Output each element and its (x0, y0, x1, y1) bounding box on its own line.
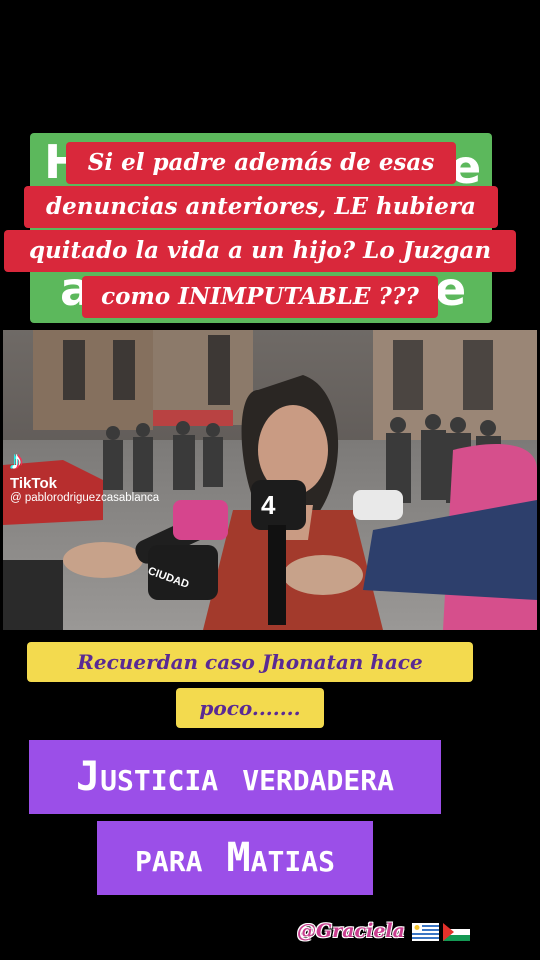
bottom-caption-line-1: Justicia verdadera (29, 740, 441, 814)
bottom-caption-line-2: para Matias (97, 821, 373, 895)
flags-group (411, 923, 470, 941)
tiktok-username: @ pablorodriguezcasablanca (10, 492, 160, 504)
tiktok-label: TikTok (10, 475, 57, 492)
top-caption-line-1: Si el padre además de esas (66, 142, 456, 184)
top-caption-line-4: como INIMPUTABLE ??? (82, 276, 438, 318)
top-caption-line-3: quitado la vida a un hijo? Lo Juzgan (4, 230, 516, 272)
signature-text: @Graciela (297, 920, 405, 942)
middle-caption-line-2: poco....... (176, 688, 324, 728)
palestine-flag-icon (442, 923, 470, 941)
uruguay-flag-icon (411, 923, 439, 941)
signature: @Graciela (297, 920, 470, 942)
tiktok-watermark: ♪ TikTok @ pablorodriguezcasablanca (10, 447, 159, 504)
mic-label: 4 (261, 490, 276, 520)
middle-caption-line-1: Recuerdan caso Jhonatan hace (27, 642, 473, 682)
top-caption-line-2: denuncias anteriores, LE hubiera (24, 186, 498, 228)
tiktok-logo-icon: ♪ (10, 445, 23, 475)
